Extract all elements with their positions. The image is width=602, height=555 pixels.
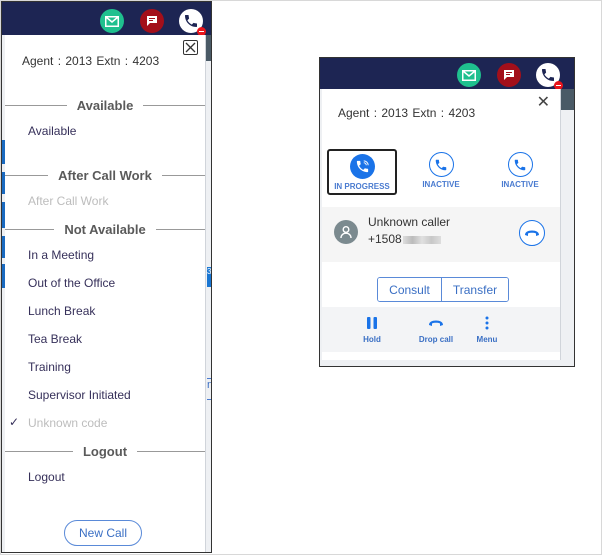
- agent-info: Agent : 2013 Extn : 4203: [338, 106, 475, 120]
- top-navbar: [2, 2, 211, 36]
- redacted-digits: [402, 235, 441, 244]
- phone-icon: [428, 152, 454, 177]
- status-option-available[interactable]: Available: [28, 124, 76, 138]
- hangup-icon: [525, 230, 539, 236]
- status-option-training[interactable]: Training: [28, 360, 71, 374]
- envelope-icon: [105, 15, 119, 27]
- person-icon: [340, 226, 352, 239]
- extn-value: 4203: [448, 106, 476, 120]
- close-icon: [185, 42, 196, 53]
- top-navbar: [320, 58, 574, 90]
- caller-avatar: [334, 220, 358, 244]
- agent-id: 2013: [381, 106, 409, 120]
- hangup-icon: [427, 315, 445, 331]
- agent-id: 2013: [65, 54, 93, 68]
- bg-header-strip: [561, 89, 574, 110]
- extn-label: Extn :: [412, 106, 445, 120]
- menu-button[interactable]: Menu: [462, 315, 512, 344]
- caller-row: Unknown caller +1508: [322, 207, 560, 262]
- call-line-tab-1[interactable]: IN PROGRESS: [327, 149, 397, 195]
- logout-option[interactable]: Logout: [28, 470, 65, 484]
- section-header-after-call-work: After Call Work: [5, 167, 206, 183]
- section-header-not-available: Not Available: [5, 221, 206, 237]
- status-option-after-call-work: After Call Work: [28, 194, 109, 208]
- bg-fragment-tab: 3: [207, 267, 211, 287]
- call-control-panel: ✕ Agent : 2013 Extn : 4203 IN PROGRESS I…: [322, 89, 561, 360]
- phone-channel-button[interactable]: [179, 9, 206, 36]
- status-option-unknown-code: Unknown code: [28, 416, 108, 430]
- agent-info: Agent : 2013 Extn : 4203: [22, 54, 159, 68]
- caller-number: +1508: [368, 232, 441, 246]
- status-menu-screenshot: 3 n Agent : 2013 Extn : 4203 Available A…: [1, 1, 212, 553]
- email-channel-button[interactable]: [457, 63, 481, 87]
- call-transfer-buttons: Consult Transfer: [377, 277, 509, 302]
- phone-icon: [507, 152, 533, 177]
- status-option-out-of-office[interactable]: Out of the Office: [28, 276, 115, 290]
- chat-channel-button[interactable]: [497, 63, 521, 87]
- section-header-logout: Logout: [5, 443, 206, 459]
- email-channel-button[interactable]: [100, 9, 124, 33]
- extn-value: 4203: [132, 54, 160, 68]
- agent-label: Agent :: [22, 54, 62, 68]
- line-status-label: INACTIVE: [501, 180, 539, 189]
- phone-icon: [185, 15, 197, 27]
- call-in-progress-icon: [349, 154, 375, 179]
- call-action-bar: Hold Drop call Menu: [322, 307, 560, 352]
- status-option-tea-break[interactable]: Tea Break: [28, 332, 82, 346]
- transfer-button[interactable]: Transfer: [441, 278, 508, 301]
- call-line-tab-2[interactable]: INACTIVE: [406, 149, 476, 195]
- status-option-in-a-meeting[interactable]: In a Meeting: [28, 248, 94, 262]
- envelope-icon: [462, 69, 476, 81]
- call-line-tab-3[interactable]: INACTIVE: [485, 149, 555, 195]
- end-call-button[interactable]: [519, 220, 545, 246]
- new-call-button[interactable]: New Call: [64, 520, 142, 546]
- drop-call-button[interactable]: Drop call: [411, 315, 461, 344]
- active-call-screenshot: ✕ Agent : 2013 Extn : 4203 IN PROGRESS I…: [319, 57, 575, 367]
- close-button[interactable]: [183, 40, 198, 55]
- chat-bubble-icon: [504, 70, 514, 80]
- consult-button[interactable]: Consult: [378, 278, 441, 301]
- hold-button[interactable]: Hold: [347, 315, 397, 344]
- line-status-label: INACTIVE: [422, 180, 460, 189]
- chat-channel-button[interactable]: [140, 9, 164, 33]
- pause-icon: [366, 315, 378, 331]
- chat-bubble-icon: [147, 16, 157, 26]
- agent-label: Agent :: [338, 106, 378, 120]
- status-option-supervisor-initiated[interactable]: Supervisor Initiated: [28, 388, 131, 402]
- section-header-available: Available: [5, 97, 206, 113]
- close-icon[interactable]: ✕: [537, 92, 550, 112]
- bg-header-strip: [205, 35, 211, 61]
- phone-icon: [542, 69, 554, 81]
- line-status-label: IN PROGRESS: [334, 182, 390, 191]
- kebab-menu-icon: [485, 315, 489, 331]
- phone-channel-button[interactable]: [536, 63, 563, 90]
- caller-name: Unknown caller: [368, 215, 451, 229]
- status-option-lunch-break[interactable]: Lunch Break: [28, 304, 95, 318]
- extn-label: Extn :: [96, 54, 129, 68]
- bg-fragment-text: n: [207, 378, 211, 400]
- checkmark-icon: ✓: [9, 415, 20, 429]
- agent-status-dropdown: Agent : 2013 Extn : 4203 Available Avail…: [5, 35, 206, 552]
